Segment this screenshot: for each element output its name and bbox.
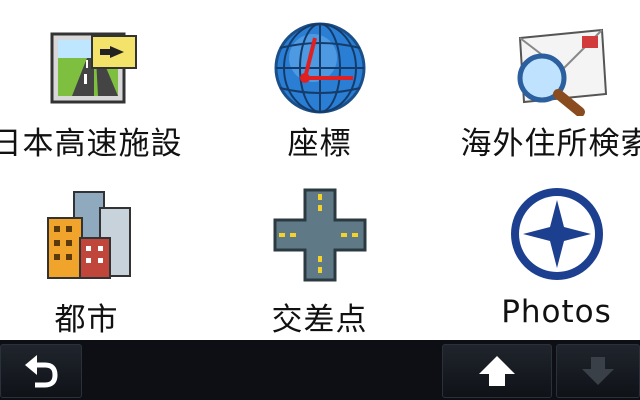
menu-item-city[interactable]: 都市 <box>0 170 193 340</box>
menu-item-japan-highway-facilities[interactable]: 日本高速施設 <box>0 0 193 170</box>
up-arrow-icon <box>479 356 515 386</box>
city-buildings-icon <box>32 184 142 284</box>
scroll-up-button[interactable] <box>442 344 552 398</box>
menu-item-overseas-address-search[interactable]: 海外住所検索 <box>450 0 640 170</box>
menu-item-photos[interactable]: Photos <box>450 170 640 340</box>
compass-photos-icon <box>502 184 612 284</box>
menu-item-label: 都市 <box>54 302 119 338</box>
highway-facilities-icon <box>32 16 142 116</box>
intersection-icon <box>265 184 375 284</box>
bottom-toolbar <box>0 340 640 400</box>
envelope-search-icon <box>502 16 612 117</box>
menu-item-intersection[interactable]: 交差点 <box>213 170 426 340</box>
menu-item-label: 海外住所検索 <box>460 126 640 162</box>
scroll-down-button[interactable] <box>556 344 640 398</box>
menu-grid: 日本高速施設 座標 海外住所検索 都市 交差点 Photos <box>0 0 640 340</box>
menu-item-coordinates[interactable]: 座標 <box>213 0 426 170</box>
back-button[interactable] <box>0 344 82 398</box>
menu-item-label: 日本高速施設 <box>0 126 183 162</box>
menu-item-label: Photos <box>501 294 612 330</box>
back-arrow-icon <box>25 355 58 388</box>
globe-coordinates-icon <box>265 16 375 116</box>
down-arrow-icon <box>582 357 614 385</box>
menu-item-label: 座標 <box>287 126 352 162</box>
menu-item-label: 交差点 <box>271 302 368 338</box>
